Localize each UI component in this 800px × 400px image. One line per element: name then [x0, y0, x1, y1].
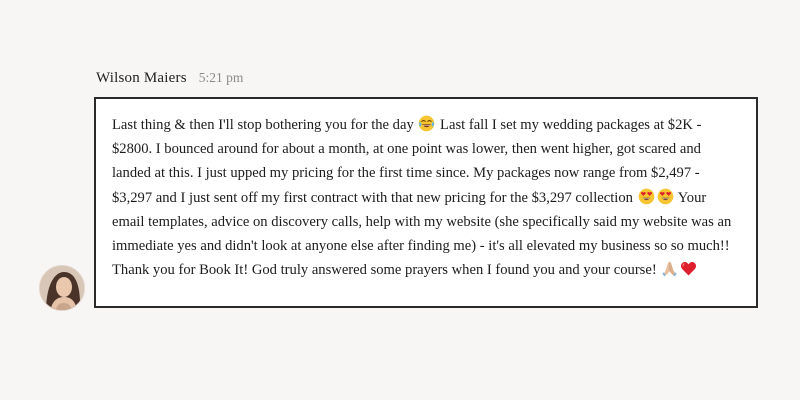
- message-header: Wilson Maiers 5:21 pm: [96, 70, 243, 87]
- heart-eyes-face-icon: [638, 188, 655, 205]
- message-text[interactable]: Last thing & then I'll stop bothering yo…: [112, 113, 740, 282]
- avatar[interactable]: [39, 265, 85, 311]
- message-bubble: Last thing & then I'll stop bothering yo…: [94, 97, 758, 308]
- heart-eyes-face-icon: [657, 188, 674, 205]
- laughing-face-icon: [418, 115, 435, 132]
- red-heart-icon: [680, 260, 697, 277]
- author-name[interactable]: Wilson Maiers: [96, 70, 187, 87]
- message-text-part-1: Last thing & then I'll stop bothering yo…: [112, 117, 418, 133]
- message-timestamp: 5:21 pm: [198, 70, 244, 85]
- folded-hands-icon: [661, 260, 678, 277]
